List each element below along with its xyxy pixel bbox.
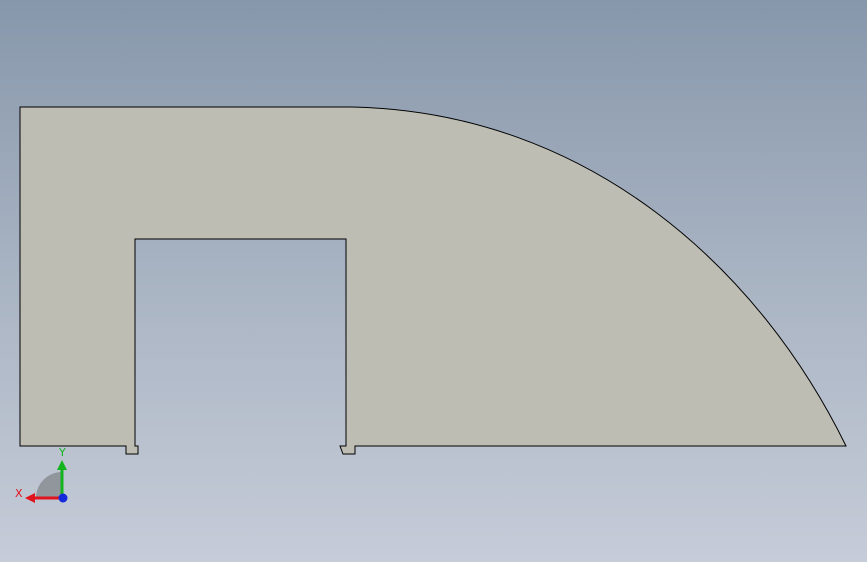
part-face[interactable] xyxy=(19,106,847,455)
triad-x-label: X xyxy=(15,487,23,500)
triad-y-arrowhead xyxy=(57,460,67,470)
axis-triad-icon: Y X xyxy=(15,446,68,503)
triad-y-label: Y xyxy=(58,446,66,459)
triad-z-axis xyxy=(58,493,68,503)
model-scene[interactable]: Y X xyxy=(0,0,867,562)
triad-plane xyxy=(36,472,62,498)
triad-x-arrowhead xyxy=(25,493,35,503)
graphics-viewport[interactable]: Y X xyxy=(0,0,867,562)
